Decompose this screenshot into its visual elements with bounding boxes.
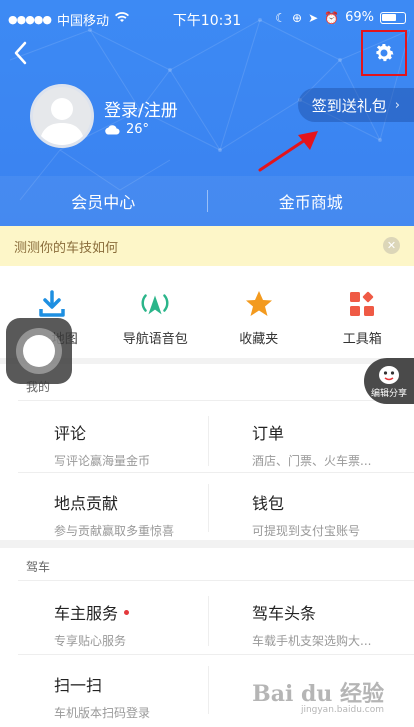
menu-item-title: 钱包 (252, 494, 285, 513)
battery-icon (380, 11, 406, 24)
menu-item-title: 扫一扫 (54, 676, 103, 695)
menu-item-subtitle: 酒店、门票、火车票... (252, 454, 372, 468)
back-button[interactable] (10, 40, 40, 70)
menu-item-title-text: 车主服务 (54, 604, 119, 623)
menu-item-title: 地点贡献 (54, 494, 119, 513)
download-icon (36, 288, 68, 320)
signin-label: 签到送礼包 (311, 96, 387, 115)
divider (208, 416, 209, 466)
menu-item-owner-service[interactable]: 车主服务 专享贴心服务 (54, 600, 244, 649)
menu-item-subtitle: 写评论赢海量金币 (54, 454, 151, 468)
rotation-lock-icon: ⊕ (292, 10, 303, 25)
red-arrow-annotation-icon (258, 131, 318, 172)
red-dot-badge (124, 609, 130, 615)
assistive-touch-core (23, 335, 55, 367)
menu-item-comments[interactable]: 评论 写评论赢海量金币 (54, 420, 244, 469)
alarm-icon: ⏰ (324, 10, 340, 25)
edit-share-button[interactable]: 编辑分享 (364, 358, 414, 404)
assistive-touch-button[interactable] (6, 318, 72, 384)
divider (208, 596, 209, 646)
temperature: 26° (126, 122, 150, 137)
login-register-link[interactable]: 登录/注册 (104, 96, 178, 121)
section-title: 驾车 (26, 560, 51, 574)
watermark-logo: Bai du 经验 (252, 681, 384, 707)
close-icon[interactable]: ✕ (383, 237, 400, 254)
menu-item-title: 驾车头条 (252, 604, 317, 623)
menu-item-place-contribution[interactable]: 地点贡献 参与贡献赢取多重惊喜 (54, 490, 244, 539)
divider (18, 472, 414, 473)
moon-icon: ☾ (275, 10, 287, 25)
weather-info: 26° (104, 122, 149, 137)
menu-item-subtitle: 专享贴心服务 (54, 634, 127, 648)
quick-item-toolbox[interactable]: 工具箱 (311, 266, 414, 358)
menu-item-orders[interactable]: 订单 酒店、门票、火车票... (252, 420, 392, 469)
watermark-url: jingyan.baidu.com (300, 705, 384, 715)
notice-banner[interactable]: 测测你的车技如何 ✕ (0, 226, 414, 266)
menu-item-driving-headlines[interactable]: 驾车头条 车载手机支架选购大... (252, 600, 392, 649)
divider (208, 484, 209, 532)
header-tabs: 会员中心 金币商城 (0, 176, 414, 226)
menu-item-title: 订单 (252, 424, 285, 443)
toolbox-icon (346, 288, 378, 320)
menu-item-subtitle: 车机版本扫码登录 (54, 706, 151, 720)
signin-gift-button[interactable]: 签到送礼包 › (297, 88, 414, 122)
default-avatar-icon (39, 98, 85, 145)
divider (18, 400, 414, 401)
edit-share-label: 编辑分享 (370, 389, 407, 399)
menu-item-subtitle: 车载手机支架选购大... (252, 634, 372, 648)
menu-item-wallet[interactable]: 钱包 可提现到支付宝账号 (252, 490, 392, 539)
menu-item-title: 评论 (54, 424, 87, 443)
tab-member-center[interactable]: 会员中心 (0, 176, 207, 226)
quick-item-voice-pack[interactable]: 导航语音包 (104, 266, 208, 358)
assistive-touch-ring (16, 328, 62, 374)
back-arrow-icon (14, 41, 27, 65)
quick-label: 收藏夹 (239, 332, 279, 347)
tab-coin-mall[interactable]: 金币商城 (208, 176, 414, 226)
status-bar: ●●●●● 中国移动 下午10:31 ☾ ⊕ ➤ ⏰ 69% (0, 0, 414, 38)
menu-item-scan[interactable]: 扫一扫 车机版本扫码登录 (54, 672, 244, 721)
chevron-right-icon: › (394, 97, 400, 113)
section-mine: 我的 评论 写评论赢海量金币 订单 酒店、门票、火车票... 地点贡献 参与贡献… (0, 364, 414, 540)
divider (18, 654, 414, 655)
divider (208, 666, 209, 714)
battery-percent: 69% (345, 10, 374, 25)
menu-item-subtitle: 可提现到支付宝账号 (252, 524, 361, 538)
quick-label: 导航语音包 (122, 332, 188, 347)
location-arrow-icon: ➤ (308, 10, 319, 25)
star-icon (243, 288, 275, 320)
menu-item-title: 车主服务 (54, 600, 244, 624)
status-right: ☾ ⊕ ➤ ⏰ 69% (275, 10, 406, 25)
avatar[interactable] (30, 84, 94, 148)
gear-icon (376, 44, 394, 62)
cartoon-mascot-icon (379, 366, 399, 384)
voice-broadcast-icon (139, 288, 171, 320)
notice-text: 测测你的车技如何 (14, 240, 119, 256)
quick-label: 工具箱 (342, 332, 382, 347)
cloud-icon (105, 125, 120, 135)
settings-button[interactable] (361, 30, 407, 76)
profile-header: ●●●●● 中国移动 下午10:31 ☾ ⊕ ➤ ⏰ 69% 登录/注册 26°… (0, 0, 414, 226)
divider (18, 580, 414, 581)
quick-item-favorites[interactable]: 收藏夹 (207, 266, 311, 358)
menu-item-subtitle: 参与贡献赢取多重惊喜 (54, 524, 175, 538)
